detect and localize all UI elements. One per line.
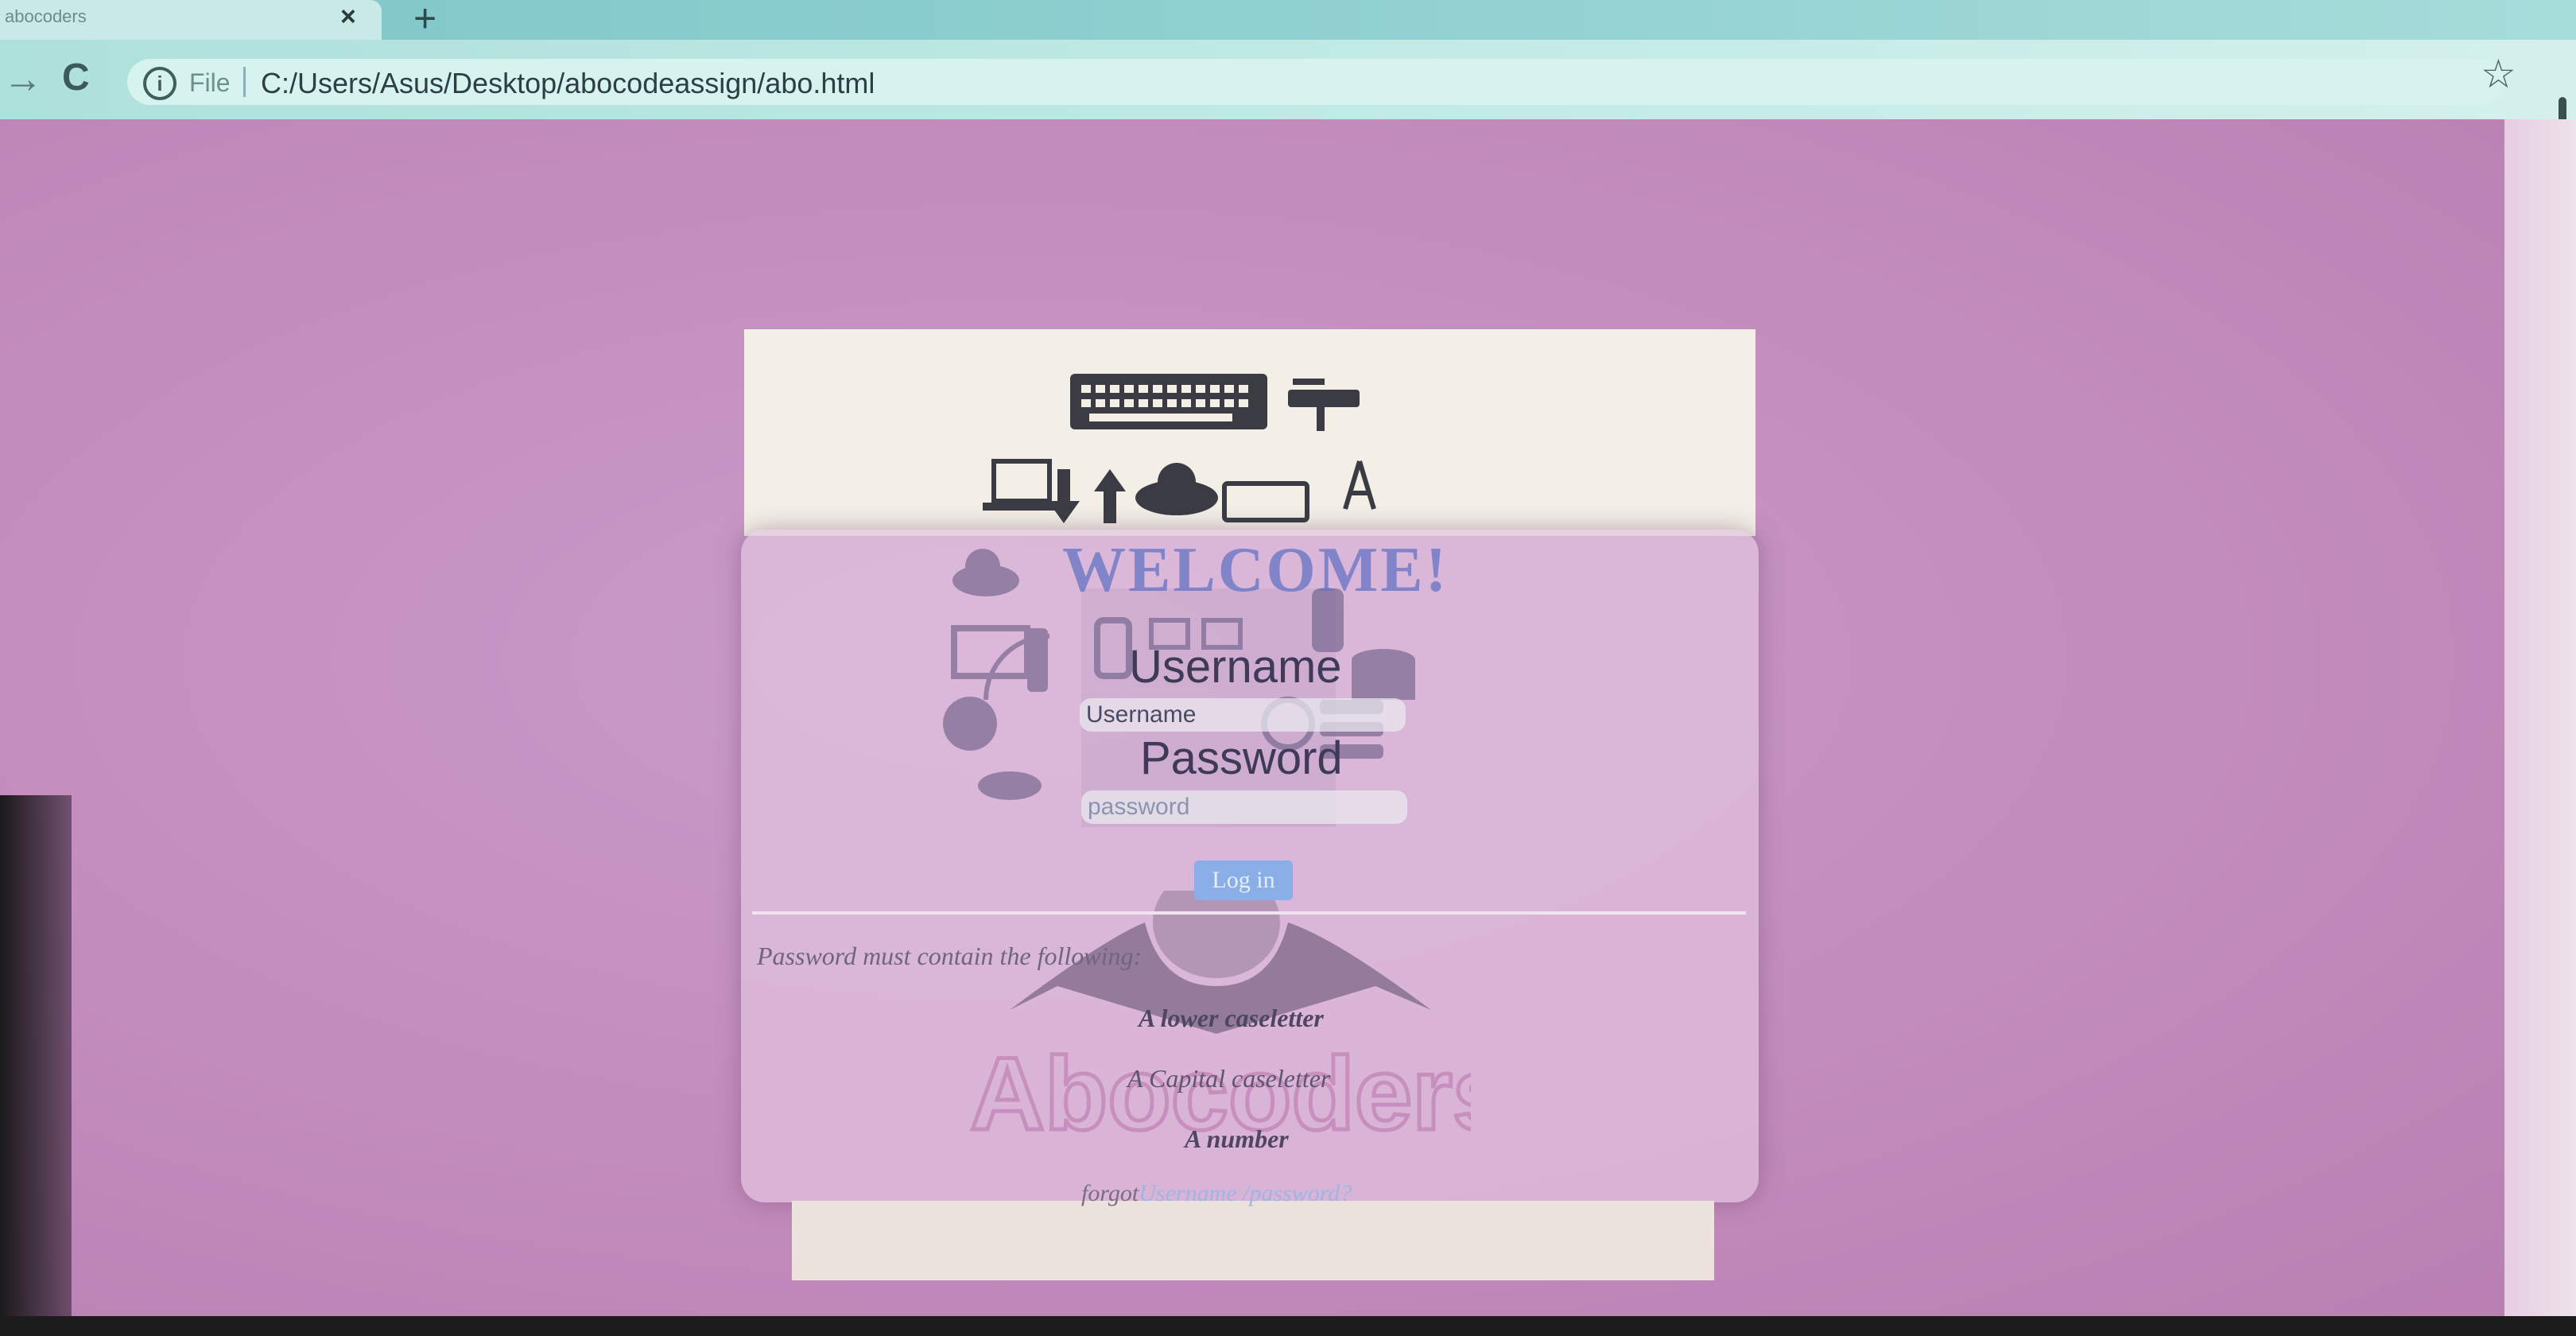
close-icon[interactable]: × <box>340 2 356 33</box>
screen-bezel-left <box>0 795 72 1336</box>
tab-title: abocoders <box>5 6 87 26</box>
forgot-line: forgotUsername /password? <box>1081 1180 1352 1207</box>
router-icon <box>1288 390 1360 407</box>
login-button[interactable]: Log in <box>1194 860 1293 900</box>
bookmark-star-icon[interactable]: ☆ <box>2481 51 2516 97</box>
browser-tab[interactable]: abocoders × <box>0 0 382 40</box>
password-input[interactable] <box>1081 790 1407 824</box>
info-icon[interactable]: i <box>143 67 177 100</box>
download-arrow-icon <box>1048 469 1080 523</box>
username-input[interactable] <box>1080 698 1406 732</box>
requirement-item: A Capital caseletter <box>1127 1064 1331 1093</box>
section-divider <box>752 911 1746 915</box>
file-label: File <box>189 68 231 97</box>
reload-icon[interactable]: C <box>62 56 90 99</box>
welcome-heading: WELCOME! <box>1062 535 1449 605</box>
requirement-item: A lower caseletter <box>1139 1004 1324 1032</box>
requirements-title: Password must contain the following: <box>757 942 1143 970</box>
small-keyboard-icon <box>1222 481 1309 522</box>
card-footer-panel <box>792 1201 1714 1280</box>
database-icon-2 <box>978 771 1042 800</box>
tab-strip: abocoders × + <box>0 0 2576 41</box>
camera-icon <box>943 697 997 751</box>
monitor-icon <box>951 625 1030 679</box>
laptop-icon <box>991 459 1052 503</box>
forgot-credentials-link[interactable]: Username /password? <box>1139 1180 1352 1206</box>
upload-arrow-icon <box>1094 469 1126 523</box>
username-label: Username <box>1129 641 1342 693</box>
screen-bezel-bottom <box>0 1316 2576 1336</box>
page-glare <box>2504 119 2576 1320</box>
antenna-icon <box>1343 460 1376 510</box>
new-tab-icon[interactable]: + <box>413 0 436 41</box>
address-separator <box>243 67 246 97</box>
url-text[interactable]: C:/Users/Asus/Desktop/abocodeassign/abo.… <box>261 67 875 100</box>
address-bar[interactable]: i File C:/Users/Asus/Desktop/abocodeassi… <box>127 59 2504 105</box>
requirement-item: A number <box>1185 1124 1289 1153</box>
browser-toolbar: → C i File C:/Users/Asus/Desktop/abocode… <box>0 40 2576 132</box>
forward-icon[interactable]: → <box>3 56 43 102</box>
password-label: Password <box>1140 732 1343 784</box>
forgot-prefix: forgot <box>1081 1180 1139 1206</box>
